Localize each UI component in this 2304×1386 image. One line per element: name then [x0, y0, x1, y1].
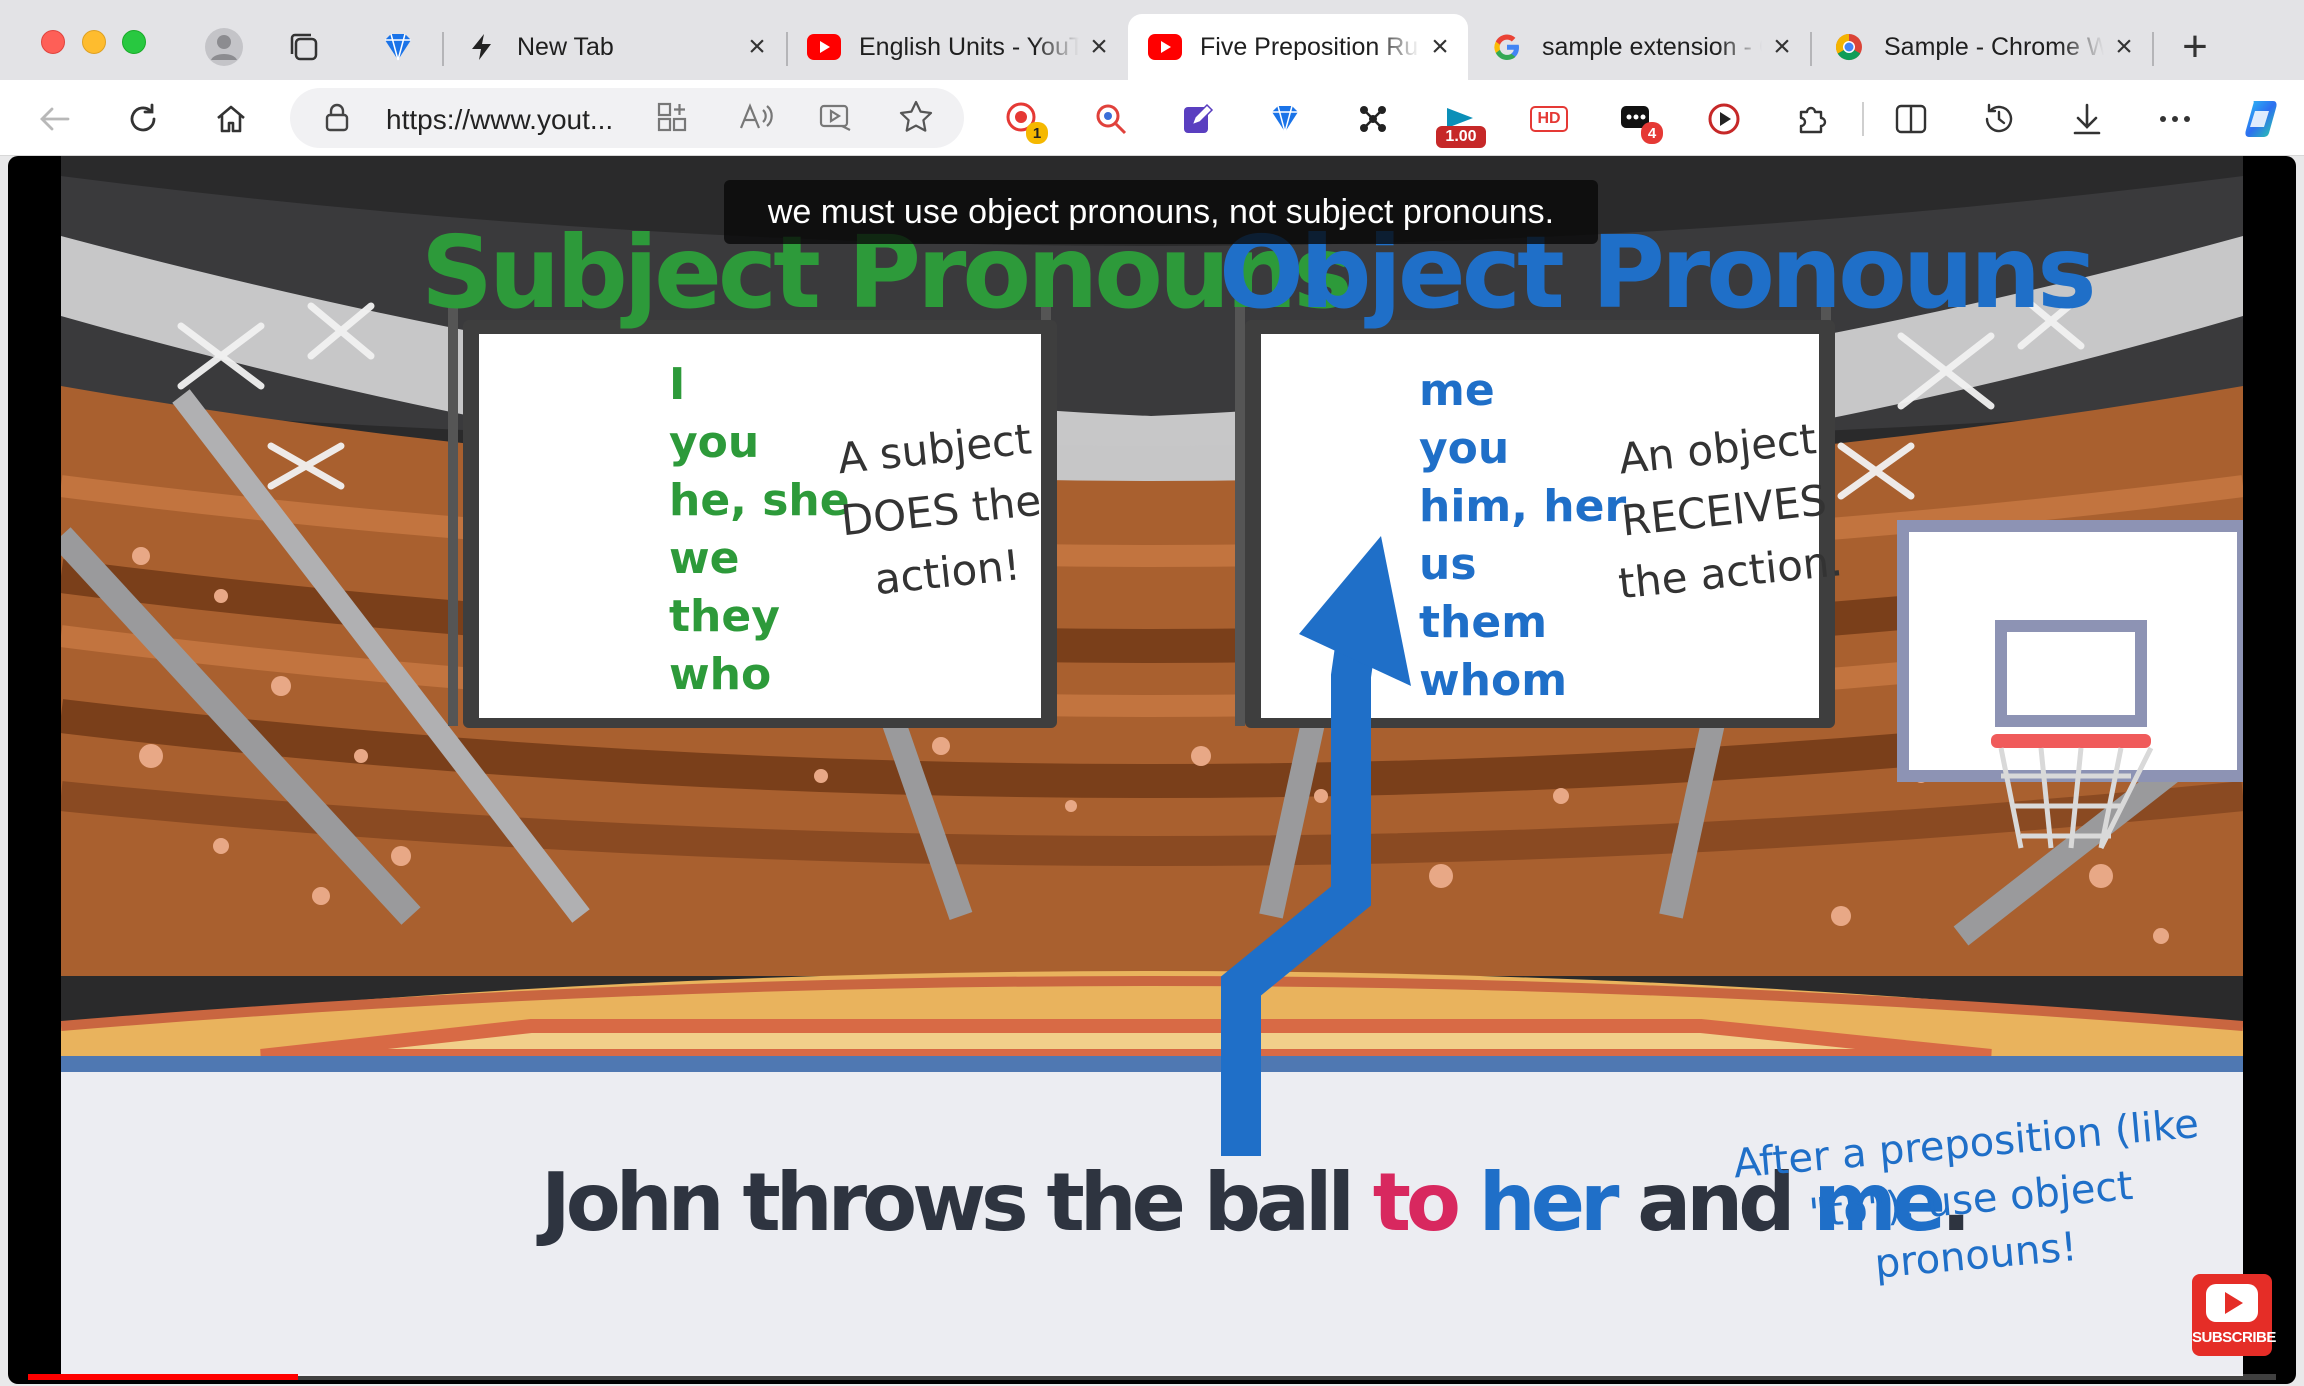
tab-divider	[442, 32, 444, 66]
tab-five-preposition-rules[interactable]: Five Preposition Rules ×	[1128, 14, 1468, 80]
puzzle-extensions-icon[interactable]	[1787, 94, 1837, 144]
close-tab-icon[interactable]: ×	[2104, 30, 2144, 64]
screen-recorder-icon[interactable]: 1	[998, 94, 1048, 144]
sentence-start: John throws the ball	[541, 1156, 1373, 1249]
workspaces-icon[interactable]	[279, 22, 329, 72]
profile-avatar-icon[interactable]	[199, 22, 249, 72]
page-content: Subject Pronouns Object Pronouns I you h…	[8, 156, 2296, 1384]
tab-sample-extension[interactable]: sample extension - Google Search ×	[1470, 14, 1810, 80]
video-caption: we must use object pronouns, not subject…	[724, 180, 1598, 244]
tab-title: Five Preposition Rules	[1200, 32, 1420, 61]
zoom-search-icon[interactable]	[1086, 94, 1136, 144]
object-note: An object RECEIVES the action.	[1600, 406, 1848, 615]
pronoun-item: who	[669, 649, 772, 700]
copilot-icon[interactable]	[2236, 94, 2286, 144]
reload-icon[interactable]	[118, 94, 168, 144]
toolbar-divider	[1862, 102, 1864, 136]
extension-badge: 1	[1026, 122, 1048, 144]
play-triangle-icon	[2225, 1292, 2243, 1314]
speed-badge: 1.00	[1436, 126, 1486, 148]
pronoun-item: us	[1419, 539, 1477, 590]
pronoun-item: we	[669, 533, 740, 584]
window-close-button[interactable]	[41, 30, 65, 54]
pronoun-item: you	[1419, 423, 1510, 474]
lightning-icon	[465, 30, 499, 64]
back-arrow-icon[interactable]	[30, 94, 80, 144]
video-player[interactable]: Subject Pronouns Object Pronouns I you h…	[61, 156, 2243, 1376]
window-minimize-button[interactable]	[82, 30, 106, 54]
url-text[interactable]: https://www.yout...	[386, 104, 613, 136]
pronoun-item: them	[1419, 597, 1548, 648]
sentence-space	[1456, 1156, 1479, 1249]
read-aloud-icon[interactable]	[737, 100, 773, 139]
tab-title: English Units - YouTube	[859, 32, 1079, 61]
extension-badge: 4	[1641, 122, 1663, 144]
pronoun-item: they	[669, 591, 780, 642]
pronoun-item: whom	[1419, 655, 1568, 706]
hd-quality-icon[interactable]: HD	[1524, 94, 1574, 144]
tab-english-units[interactable]: English Units - YouTube ×	[787, 14, 1127, 80]
subject-pronoun-list: I you he, she we they who	[669, 356, 850, 704]
home-icon[interactable]	[206, 94, 256, 144]
pronoun-item: him, her	[1419, 481, 1627, 532]
note-edit-icon[interactable]	[1173, 94, 1223, 144]
more-menu-icon[interactable]	[2150, 94, 2200, 144]
pronoun-item: me	[1419, 365, 1495, 416]
split-screen-icon[interactable]	[1886, 94, 1936, 144]
history-icon[interactable]	[1974, 94, 2024, 144]
object-pronoun-list: me you him, her us them whom	[1419, 362, 1626, 710]
pinned-diamond-tab-icon[interactable]	[373, 22, 423, 72]
subscribe-label: SUBSCRIBE	[2192, 1329, 2276, 1346]
tab-sample-chrome-web-store[interactable]: Sample - Chrome Web Store ×	[1812, 14, 2152, 80]
browser-toolbar: https://www.yout... 1 1.00 HD 4	[0, 80, 2304, 156]
address-bar[interactable]: https://www.yout...	[290, 88, 964, 148]
new-tab-plus-icon[interactable]: +	[2170, 22, 2220, 72]
google-icon	[1490, 30, 1524, 64]
tab-title: sample extension - Google Search	[1542, 32, 1762, 61]
lock-icon[interactable]	[324, 103, 350, 138]
pronoun-item: he, she	[669, 475, 850, 526]
youtube-icon	[1148, 30, 1182, 64]
connect-nodes-icon[interactable]	[1348, 94, 1398, 144]
video-progress-fill	[28, 1374, 298, 1380]
youtube-icon	[807, 30, 841, 64]
chrome-icon	[1832, 30, 1866, 64]
preposition-word: to	[1372, 1156, 1461, 1249]
pronoun-item: I	[669, 359, 686, 410]
tab-divider	[2152, 32, 2154, 66]
downloads-icon[interactable]	[2062, 94, 2112, 144]
browser-window: New Tab × English Units - YouTube × Five…	[0, 0, 2304, 1386]
close-tab-icon[interactable]: ×	[1079, 30, 1119, 64]
hd-label: HD	[1530, 106, 1568, 132]
diamond-extension-icon[interactable]	[1260, 94, 1310, 144]
close-tab-icon[interactable]: ×	[1762, 30, 1802, 64]
subject-note: A subject DOES the action!	[822, 407, 1060, 615]
tab-title: Sample - Chrome Web Store	[1884, 32, 2104, 61]
tab-strip: New Tab × English Units - YouTube × Five…	[0, 0, 2304, 80]
tab-new-tab[interactable]: New Tab ×	[445, 14, 785, 80]
close-tab-icon[interactable]: ×	[1420, 30, 1460, 64]
video-progress-bar[interactable]	[28, 1374, 2276, 1380]
close-tab-icon[interactable]: ×	[737, 30, 777, 64]
video-picture-icon[interactable]	[818, 100, 854, 139]
object-pronoun-her: her	[1478, 1156, 1620, 1249]
tab-title: New Tab	[517, 32, 614, 61]
video-capture-icon[interactable]	[1699, 94, 1749, 144]
app-available-icon[interactable]	[655, 100, 689, 139]
subscribe-button[interactable]: SUBSCRIBE	[2192, 1274, 2276, 1356]
window-zoom-button[interactable]	[122, 30, 146, 54]
playback-speed-icon[interactable]: 1.00	[1436, 94, 1486, 148]
favorite-star-icon[interactable]	[898, 99, 934, 140]
messages-icon[interactable]: 4	[1611, 94, 1663, 144]
